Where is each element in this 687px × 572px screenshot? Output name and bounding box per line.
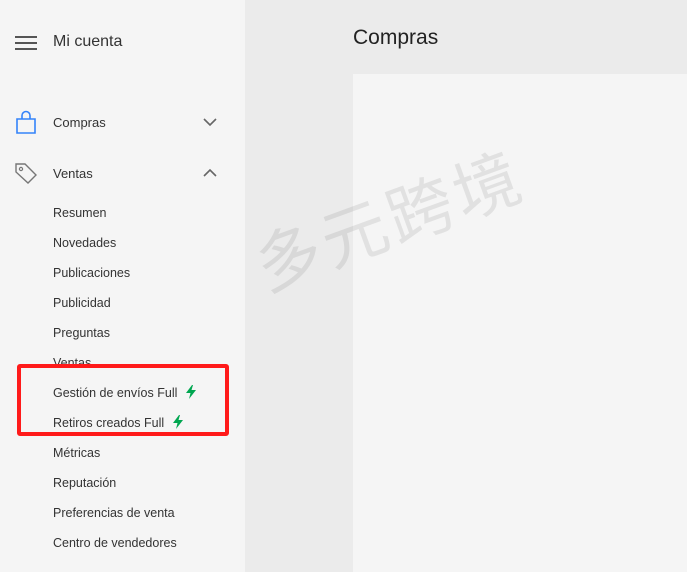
tag-icon bbox=[15, 163, 37, 184]
sidebar-item-preguntas[interactable]: Preguntas bbox=[53, 324, 110, 342]
page-title: Compras bbox=[353, 26, 439, 49]
sidebar-section-ventas[interactable]: Ventas bbox=[0, 157, 245, 191]
sidebar-item-publicidad[interactable]: Publicidad bbox=[53, 294, 111, 312]
sidebar-item-centro-de-vendedores[interactable]: Centro de vendedores bbox=[53, 534, 177, 552]
sidebar-item-gestion-envios-full[interactable]: Gestión de envíos Full bbox=[53, 384, 197, 402]
sidebar-item-retiros-creados-full[interactable]: Retiros creados Full bbox=[53, 414, 184, 432]
sidebar-item-metricas[interactable]: Métricas bbox=[53, 444, 100, 462]
hamburger-menu-icon[interactable] bbox=[15, 36, 37, 50]
chevron-up-icon bbox=[203, 168, 217, 177]
sidebar-section-compras[interactable]: Compras bbox=[0, 106, 245, 140]
sidebar-section-label: Compras bbox=[53, 115, 106, 130]
shopping-bag-icon bbox=[16, 110, 36, 134]
sidebar-item-ventas[interactable]: Ventas bbox=[53, 354, 91, 372]
content-panel bbox=[353, 74, 687, 572]
sidebar-item-label: Retiros creados Full bbox=[53, 416, 165, 430]
lightning-bolt-icon bbox=[173, 415, 184, 429]
sidebar-item-publicaciones[interactable]: Publicaciones bbox=[53, 264, 130, 282]
lightning-bolt-icon bbox=[186, 385, 197, 399]
sidebar-item-preferencias-de-venta[interactable]: Preferencias de venta bbox=[53, 504, 175, 522]
sidebar-item-novedades[interactable]: Novedades bbox=[53, 234, 116, 252]
sidebar-item-label: Gestión de envíos Full bbox=[53, 386, 178, 400]
account-title: Mi cuenta bbox=[53, 33, 123, 50]
sidebar-section-label: Ventas bbox=[53, 166, 93, 181]
sidebar-item-reputacion[interactable]: Reputación bbox=[53, 474, 116, 492]
chevron-down-icon bbox=[203, 118, 217, 127]
sidebar: Mi cuenta Compras Ventas Resumen Novedad… bbox=[0, 0, 245, 572]
sidebar-item-resumen[interactable]: Resumen bbox=[53, 204, 107, 222]
